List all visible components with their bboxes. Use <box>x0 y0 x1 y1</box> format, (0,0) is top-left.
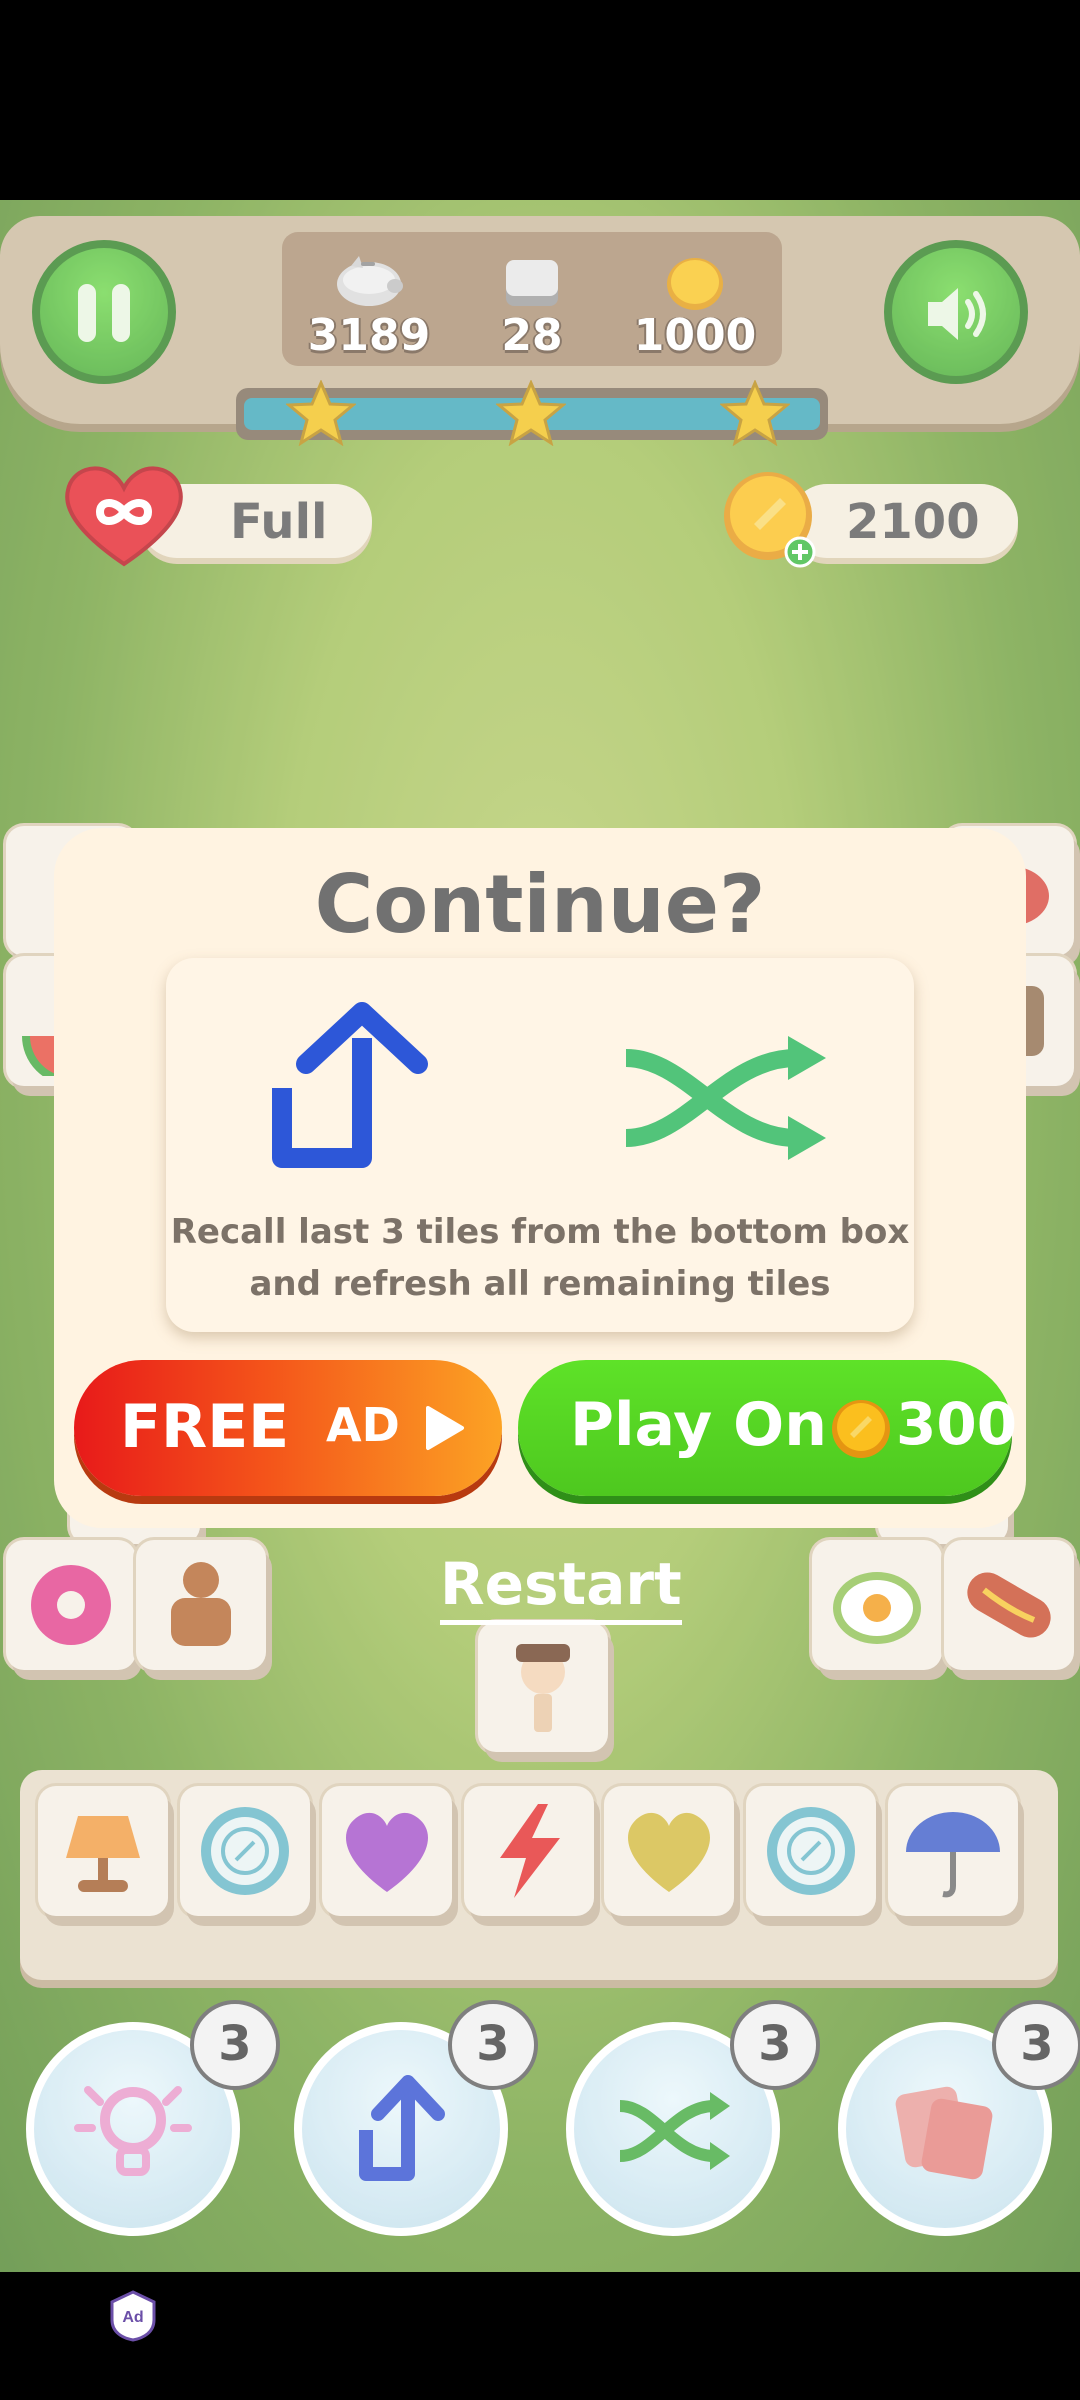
play-on-button[interactable]: Play On 300 <box>518 1360 1017 1496</box>
dialog-title: Continue? <box>314 858 766 951</box>
ad-label: AD <box>326 1398 400 1452</box>
play-on-price: 300 <box>896 1390 1018 1458</box>
svg-text:Ad: Ad <box>122 2309 143 2326</box>
continue-dialog: Continue? Recall last 3 tiles from the b… <box>54 828 1026 1528</box>
recall-arrow-icon <box>272 1002 428 1168</box>
dialog-info-card: Recall last 3 tiles from the bottom box … <box>166 958 914 1332</box>
dialog-description: Recall last 3 tiles from the bottom box … <box>166 1206 914 1310</box>
play-triangle-icon <box>426 1406 464 1450</box>
shuffle-icon <box>625 1036 826 1160</box>
ad-choices-icon[interactable]: Ad <box>110 2290 156 2342</box>
play-on-label: Play On <box>570 1390 827 1460</box>
gold-coin-icon <box>832 1400 890 1458</box>
dialog-description-line2: and refresh all remaining tiles <box>249 1264 831 1304</box>
dialog-description-line1: Recall last 3 tiles from the bottom box <box>170 1212 910 1252</box>
restart-link[interactable]: Restart <box>440 1550 682 1625</box>
bottom-bar <box>0 2272 1080 2400</box>
game-area: 3189 28 1000 Full 2100 3 3 3 3 Continue?… <box>0 200 1080 2272</box>
free-label: FREE <box>120 1392 290 1462</box>
status-bar-area <box>0 0 1080 200</box>
free-ad-button[interactable]: FREE AD <box>74 1360 502 1496</box>
